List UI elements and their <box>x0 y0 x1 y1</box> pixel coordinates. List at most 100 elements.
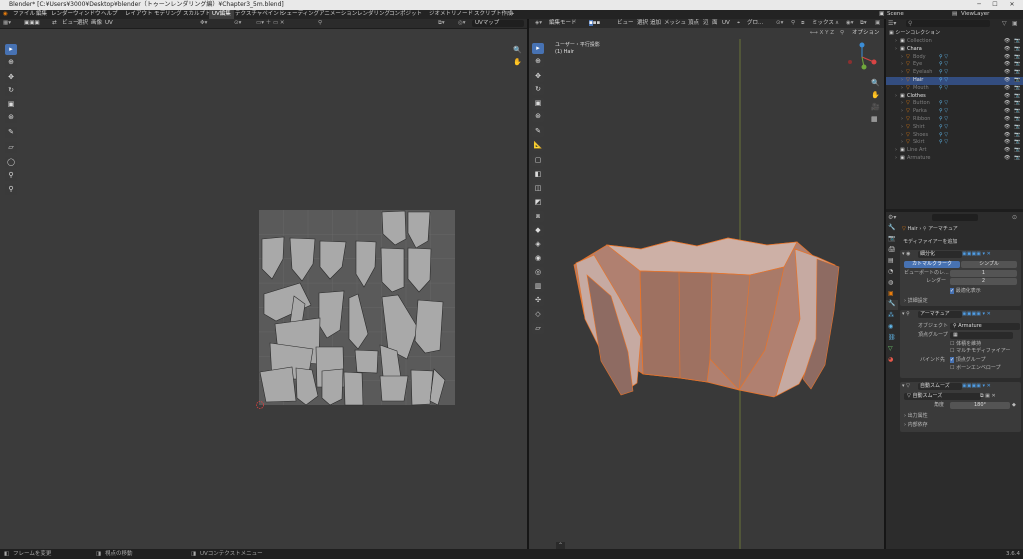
cursor-tool-icon[interactable]: ⊕ <box>5 57 17 68</box>
snap-target-icon[interactable]: ⧈ <box>801 19 805 28</box>
outliner-row-shoes[interactable]: › ▽ Shoes ⚲ ▽ 👁 📷 <box>886 132 1023 140</box>
add-workspace-button[interactable]: + <box>510 10 515 19</box>
visibility-eye-icon[interactable]: 👁 <box>1004 46 1010 54</box>
physics-tab-icon[interactable]: ◉ <box>888 323 893 330</box>
autosmooth-expand-icon[interactable]: ▾ ▽ <box>902 383 910 390</box>
outliner-row-hair[interactable]: › ▽ Hair ⚲ ▽ 👁 📷 <box>886 77 1023 85</box>
render-camera-icon[interactable]: 📷 <box>1014 93 1020 101</box>
vp-zoom-icon[interactable]: 🔍 <box>871 79 880 87</box>
outliner-row-button[interactable]: › ▽ Button ⚲ ▽ 👁 📷 <box>886 100 1023 108</box>
proportional-falloff-icon[interactable]: ∧ <box>835 19 839 28</box>
expand-arrow-icon[interactable]: › <box>901 77 903 85</box>
armature-toggle-icons[interactable]: ▣▣▣▣ ▾ ✕ <box>962 311 991 318</box>
xray-icon[interactable]: ▣ <box>875 19 880 28</box>
rip-tool-icon[interactable]: ▱ <box>5 142 17 153</box>
vp-menu-edge[interactable]: 辺 <box>703 19 709 28</box>
visibility-eye-icon[interactable]: 👁 <box>1004 69 1010 77</box>
world-tab-icon[interactable]: ◍ <box>888 279 893 286</box>
viewport-canvas[interactable] <box>529 39 884 549</box>
output-tab-icon[interactable]: 🖨 <box>888 246 896 253</box>
mode-selector[interactable]: 編集モード <box>549 19 577 28</box>
uvmap-selector[interactable]: UVマップ <box>472 20 524 27</box>
vp-menu-view[interactable]: ビュー <box>617 19 634 28</box>
properties-search-input[interactable] <box>932 214 978 221</box>
render-camera-icon[interactable]: 📷 <box>1014 77 1020 85</box>
visibility-icon[interactable]: ◉▾ <box>846 19 854 28</box>
vp-menu-face[interactable]: 面 <box>712 19 718 28</box>
particles-tab-icon[interactable]: ⁂ <box>888 312 894 319</box>
outliner-row-chara[interactable]: › ▣ Chara 👁 📷 <box>886 46 1023 54</box>
outliner-row-eye[interactable]: › ▽ Eye ⚲ ▽ 👁 📷 <box>886 61 1023 69</box>
uv-menu-image[interactable]: 画像 <box>91 19 102 28</box>
outliner-row-parka[interactable]: › ▽ Parka ⚲ ▽ 👁 📷 <box>886 108 1023 116</box>
outliner-row-skirt[interactable]: › ▽ Skirt ⚲ ▽ 👁 📷 <box>886 139 1023 147</box>
workspace-tab-compositing[interactable]: コンポジット <box>386 10 425 19</box>
scene-selector[interactable]: Scene <box>887 10 904 19</box>
rotate-tool-icon[interactable]: ↻ <box>5 85 17 96</box>
visibility-eye-icon[interactable]: 👁 <box>1004 85 1010 93</box>
menu-file[interactable]: ファイル <box>13 10 35 19</box>
outliner-row-mouth[interactable]: › ▽ Mouth ⚲ ▽ 👁 📷 <box>886 85 1023 93</box>
close-icon[interactable]: ✕ <box>1005 0 1019 10</box>
armature-object-field[interactable]: ⚲ Armature <box>950 323 1020 330</box>
render-camera-icon[interactable]: 📷 <box>1014 124 1020 132</box>
grab-tool-icon[interactable]: ◯ <box>5 157 17 168</box>
expand-arrow-icon[interactable]: › <box>901 85 903 93</box>
visibility-eye-icon[interactable]: 👁 <box>1004 61 1010 69</box>
smooth-tool-icon[interactable]: ◎ <box>532 267 544 278</box>
visibility-eye-icon[interactable]: 👁 <box>1004 77 1010 85</box>
menu-help[interactable]: ヘルプ <box>101 10 118 19</box>
expand-arrow-icon[interactable]: › <box>901 116 903 124</box>
vp-cursor-tool-icon[interactable]: ⊕ <box>532 56 544 67</box>
viewlayer-tab-icon[interactable]: ▤ <box>888 257 894 264</box>
visibility-eye-icon[interactable]: 👁 <box>1004 108 1010 116</box>
render-camera-icon[interactable]: 📷 <box>1014 100 1020 108</box>
material-tab-icon[interactable]: ◕ <box>888 356 893 363</box>
add-modifier-button[interactable]: モディファイアーを追加 <box>900 238 1021 247</box>
scale-tool-icon[interactable]: ▣ <box>5 99 17 110</box>
outliner-row-clothes[interactable]: › ▣ Clothes 👁 📷 <box>886 93 1023 101</box>
render-camera-icon[interactable]: 📷 <box>1014 139 1020 147</box>
relax-tool-icon[interactable]: ⚲ <box>5 170 17 181</box>
vp-transform-tool-icon[interactable]: ⊛ <box>532 111 544 122</box>
viewlayer-icon[interactable]: ▤ <box>952 10 957 19</box>
zoom-icon[interactable]: 🔍 <box>513 46 522 54</box>
vp-menu-uv[interactable]: UV <box>722 19 730 28</box>
expand-arrow-icon[interactable]: › <box>901 69 903 77</box>
angle-field[interactable]: 180° <box>950 402 1010 409</box>
pan-hand-icon[interactable]: ✋ <box>513 58 522 66</box>
scene-tab-icon[interactable]: ◔ <box>888 268 893 275</box>
preserve-volume-checkbox[interactable]: ☐ 体積を維持 <box>950 341 981 348</box>
mesh-symmetry-icon[interactable]: ⚲ <box>840 29 844 38</box>
vp-select-tool-icon[interactable]: ▸ <box>532 43 544 54</box>
visibility-eye-icon[interactable]: 👁 <box>1004 116 1010 124</box>
node-group-field[interactable]: ▽ 自動スムーズ <box>904 393 981 400</box>
orientation-icon[interactable]: ⌖ <box>737 19 740 28</box>
uv-editor[interactable]: ▸ ⊕ ✥ ↻ ▣ ⊛ ✎ ▱ ◯ ⚲ ⚲ 🔍 ✋ <box>0 29 527 549</box>
render-camera-icon[interactable]: 📷 <box>1014 46 1020 54</box>
subdiv-toggle-icons[interactable]: ▣▣▣▣ ▾ ✕ <box>962 251 991 258</box>
outliner-row-line-art[interactable]: › ▣ Line Art 👁 📷 <box>886 147 1023 155</box>
move-tool-icon[interactable]: ✥ <box>5 72 17 83</box>
workspace-tab-uv-editing[interactable]: UV編集 <box>209 10 234 19</box>
vp-move-tool-icon[interactable]: ✥ <box>532 71 544 82</box>
inset-tool-icon[interactable]: ◫ <box>532 183 544 194</box>
expand-arrow-icon[interactable]: › <box>895 38 897 46</box>
tool-tab-icon[interactable]: 🔧 <box>888 224 895 231</box>
constraints-tab-icon[interactable]: ⛓ <box>888 334 896 341</box>
render-camera-icon[interactable]: 📷 <box>1014 38 1020 46</box>
collapse-panel-icon[interactable]: ⌃ <box>556 542 566 549</box>
render-levels-field[interactable]: 2 <box>950 278 1017 285</box>
outliner-row-eyelash[interactable]: › ▽ Eyelash ⚲ ▽ 👁 📷 <box>886 69 1023 77</box>
bevel-tool-icon[interactable]: ◩ <box>532 197 544 208</box>
uv-menu-select[interactable]: 選択 <box>77 19 88 28</box>
expand-arrow-icon[interactable]: › <box>901 54 903 62</box>
pinch-tool-icon[interactable]: ⚲ <box>5 184 17 195</box>
transform-orientation[interactable]: グロ... <box>747 19 763 28</box>
simple-tab[interactable]: シンプル <box>961 261 1017 268</box>
autosmooth-toggle-icons[interactable]: ▣▣▣▣ ▾ ✕ <box>962 383 991 390</box>
render-camera-icon[interactable]: 📷 <box>1014 132 1020 140</box>
uv-menu-uv[interactable]: UV <box>105 19 113 28</box>
expand-arrow-icon[interactable]: › <box>901 61 903 69</box>
pivot-point-icon[interactable]: ⊙▾ <box>776 19 783 28</box>
